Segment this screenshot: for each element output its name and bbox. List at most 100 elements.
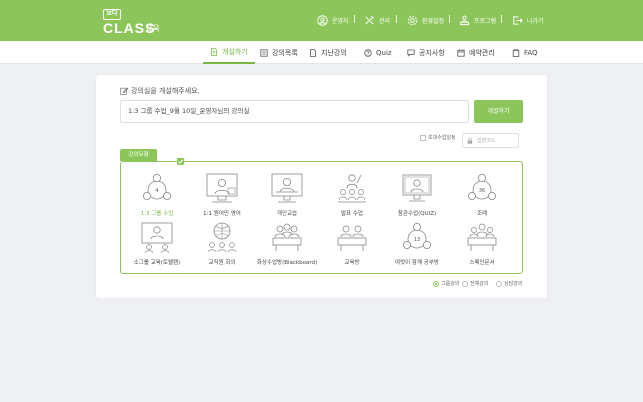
radio-icon[interactable] bbox=[496, 280, 502, 287]
tools-icon bbox=[365, 15, 374, 25]
class-type-label: 참관수업(QUIZ) bbox=[397, 211, 437, 217]
class-type-group-3[interactable]: 4 1:3 그룹 수업 bbox=[120, 172, 194, 222]
document-icon bbox=[211, 47, 217, 56]
tab-reservations[interactable]: 예약관리 bbox=[457, 41, 495, 64]
chat-icon bbox=[407, 49, 415, 57]
file-icon bbox=[310, 48, 316, 57]
tab-faq[interactable]: FAQ bbox=[512, 41, 538, 64]
tutor-screen-icon bbox=[271, 173, 303, 203]
top-menu-label: 환경설정 bbox=[422, 17, 445, 25]
lock-icon bbox=[467, 137, 473, 144]
badge-count: 36 bbox=[479, 188, 485, 194]
tab-past-lectures[interactable]: 지난강의 bbox=[309, 41, 347, 64]
class-type-label: 1:3 그룹 수업 bbox=[140, 211, 174, 217]
divider bbox=[354, 15, 355, 23]
top-menu-label: 관리 bbox=[379, 17, 391, 25]
create-class-card: 강의실을 개설해주세요. 1:3 그룹 수업_9월 10일_운영자님의 강의실 … bbox=[96, 75, 547, 298]
entry-code-placeholder: 입장코드 bbox=[477, 138, 496, 144]
class-type-tab: 강의유형 bbox=[120, 149, 157, 161]
filter-group-lecture[interactable]: 그룹강의 bbox=[433, 280, 459, 287]
video-class-icon bbox=[272, 223, 302, 251]
form-prompt: 강의실을 개설해주세요. bbox=[120, 86, 200, 96]
badge-count: 4 bbox=[155, 188, 158, 194]
class-title-input[interactable]: 1:3 그룹 수업_9월 10일_운영자님의 강의실 bbox=[120, 100, 469, 123]
sub-nav: 개설하기 강의목록 지난강의 Quiz 공지사항 예약관리 FAQ bbox=[0, 41, 643, 64]
selected-check-icon bbox=[177, 158, 184, 165]
top-menu-admin[interactable]: 운영자 bbox=[317, 13, 349, 27]
tab-quiz[interactable]: Quiz bbox=[364, 41, 392, 64]
tab-label: 강의목록 bbox=[272, 48, 298, 57]
seminar-icon bbox=[467, 223, 497, 251]
top-menu-label: 프로그램 bbox=[474, 17, 497, 25]
tab-label: 지난강의 bbox=[321, 48, 347, 57]
top-menu-program[interactable]: 프로그램 bbox=[459, 13, 496, 27]
top-menu-settings[interactable]: 환경설정 bbox=[407, 13, 444, 27]
entry-code-input[interactable]: 입장코드 bbox=[462, 133, 519, 148]
open-class-button[interactable]: 개설하기 bbox=[474, 100, 523, 123]
class-type-label: 조례 bbox=[476, 211, 488, 217]
class-type-staff-meeting[interactable]: 교직원 회의 bbox=[185, 221, 259, 271]
filter-all-lecture[interactable]: 전체강의 bbox=[462, 280, 488, 287]
class-type-label: 소그룹 교육(토렐캠) bbox=[133, 260, 181, 266]
user-icon bbox=[317, 14, 328, 26]
filter-label: 상담강의 bbox=[504, 281, 523, 287]
class-type-native-english[interactable]: 1:1 원어민 영어 bbox=[185, 172, 259, 222]
invite-only-label: 초대수업일정 bbox=[428, 135, 456, 141]
radio-icon[interactable] bbox=[433, 280, 439, 287]
tab-label: 예약관리 bbox=[469, 48, 495, 57]
small-group-screen-icon bbox=[141, 222, 173, 254]
class-type-assembly[interactable]: 36 조례 bbox=[445, 172, 519, 222]
top-menu-logout[interactable]: 나가기 bbox=[512, 13, 544, 27]
invite-only-option[interactable]: 초대수업일정 bbox=[420, 134, 456, 141]
divider bbox=[501, 15, 502, 23]
edit-icon bbox=[120, 87, 128, 95]
tab-lecture-list[interactable]: 강의목록 bbox=[260, 41, 298, 64]
class-type-label: 1:1 원어민 영어 bbox=[203, 211, 241, 217]
calendar-icon bbox=[457, 49, 465, 57]
clipboard-icon bbox=[512, 48, 520, 57]
class-type-label: 개인교습 bbox=[276, 211, 298, 217]
class-type-private-lesson[interactable]: 개인교습 bbox=[250, 172, 324, 222]
top-bar: 보다 CLASS 교육 운영자 관리 환경설정 프로그램 나가기 bbox=[0, 0, 643, 41]
group-3-icon: 4 bbox=[143, 174, 171, 200]
top-menu-label: 운영자 bbox=[332, 17, 349, 25]
class-type-presentation[interactable]: 발표 수업 bbox=[315, 172, 389, 222]
filter-label: 전체강의 bbox=[470, 281, 489, 287]
group-36-icon: 36 bbox=[468, 174, 496, 200]
presentation-icon bbox=[338, 174, 366, 203]
top-menu-label: 나가기 bbox=[527, 17, 544, 25]
class-type-label: 여럿이 함께 공부방 bbox=[395, 260, 439, 266]
classroom-icon bbox=[337, 225, 367, 251]
top-menu-manage[interactable]: 관리 bbox=[364, 13, 390, 27]
tab-label: FAQ bbox=[524, 48, 538, 57]
class-type-observation-quiz[interactable]: 참관수업(QUIZ) bbox=[380, 172, 454, 222]
class-type-label: 화상수업방(Blackboard) bbox=[256, 260, 318, 266]
prompt-text: 강의실을 개설해주세요. bbox=[131, 87, 200, 95]
divider bbox=[449, 15, 450, 23]
quiz-monitor-icon bbox=[402, 174, 432, 202]
class-type-small-group[interactable]: 소그룹 교육(토렐캠) bbox=[120, 221, 194, 271]
study-group-icon: 13 bbox=[403, 223, 431, 249]
logout-icon bbox=[513, 15, 523, 25]
question-icon bbox=[364, 48, 372, 57]
logo-subtitle: 교육 bbox=[145, 24, 160, 33]
staff-meeting-icon bbox=[207, 222, 237, 253]
list-icon bbox=[260, 48, 268, 57]
class-type-study-together[interactable]: 13 여럿이 함께 공부방 bbox=[380, 221, 454, 271]
video-lesson-icon bbox=[206, 173, 238, 203]
invite-only-checkbox[interactable] bbox=[420, 134, 426, 141]
class-type-label: 스페인문서 bbox=[469, 260, 495, 266]
logo-mark: 보다 bbox=[103, 9, 121, 20]
badge-count: 13 bbox=[414, 237, 420, 243]
filter-label: 그룹강의 bbox=[441, 281, 460, 287]
tab-label: 개설하기 bbox=[222, 47, 248, 56]
class-type-label: 교직원 회의 bbox=[208, 260, 236, 266]
tab-create[interactable]: 개설하기 bbox=[203, 41, 255, 64]
divider bbox=[396, 15, 397, 23]
class-type-education-room[interactable]: 교육방 bbox=[315, 221, 389, 271]
class-type-seminar[interactable]: 스페인문서 bbox=[445, 221, 519, 271]
tab-notices[interactable]: 공지사항 bbox=[407, 41, 445, 64]
class-type-video-class[interactable]: 화상수업방(Blackboard) bbox=[250, 221, 324, 271]
radio-icon[interactable] bbox=[462, 280, 468, 287]
filter-consult-lecture[interactable]: 상담강의 bbox=[496, 280, 522, 287]
